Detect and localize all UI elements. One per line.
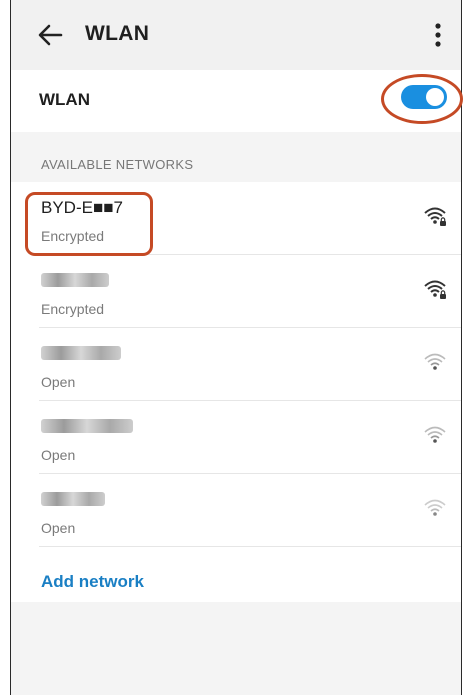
redacted-network-name [41, 419, 133, 433]
network-status: Open [41, 374, 76, 390]
network-status: Open [41, 520, 76, 536]
network-status: Encrypted [41, 301, 105, 317]
wlan-toggle-label: WLAN [39, 90, 90, 109]
more-options-icon[interactable] [429, 20, 447, 50]
wifi-icon [424, 426, 446, 443]
network-annotation-box [25, 192, 153, 256]
redacted-network-name [41, 346, 121, 360]
top-app-bar: WLAN [11, 0, 461, 70]
redacted-network-name [41, 273, 109, 287]
back-arrow-icon[interactable] [33, 18, 69, 52]
wifi-icon [424, 353, 446, 370]
page-title: WLAN [85, 22, 150, 45]
divider [39, 546, 461, 547]
network-item[interactable]: Open [11, 328, 461, 400]
network-item[interactable]: Encrypted [11, 255, 461, 327]
wifi-icon [424, 499, 446, 516]
wifi-lock-icon [424, 280, 446, 299]
network-status: Open [41, 447, 76, 463]
available-networks-header: AVAILABLE NETWORKS [41, 157, 194, 172]
switch-annotation-circle [381, 74, 463, 124]
network-item[interactable]: Open [11, 474, 461, 546]
phone-screen: WLAN WLAN AVAILABLE NETWORKS BYD-E■■7 En… [10, 0, 463, 695]
network-item[interactable]: Open [11, 401, 461, 473]
wlan-toggle-row[interactable]: WLAN [11, 70, 463, 132]
redacted-network-name [41, 492, 105, 506]
wifi-lock-icon [424, 207, 446, 226]
add-network-link[interactable]: Add network [41, 572, 144, 592]
